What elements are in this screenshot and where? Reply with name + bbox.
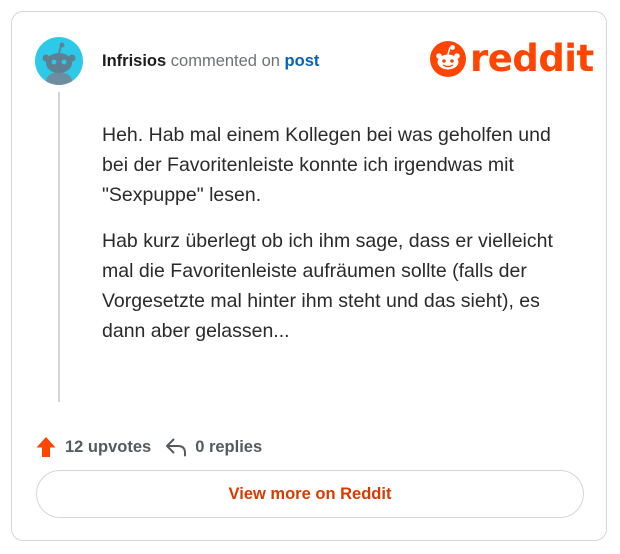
reddit-comment-card: Infrisios commented on post reddit Heh. … (11, 11, 607, 541)
view-more-button[interactable]: View more on Reddit (36, 470, 584, 518)
reddit-logo[interactable]: reddit (430, 38, 594, 80)
upvote-arrow-icon (36, 437, 56, 457)
comment-footer: 12 upvotes 0 replies (36, 433, 262, 461)
snoo-avatar-icon[interactable] (35, 37, 83, 85)
reply-label: 0 replies (195, 437, 263, 456)
comment-paragraph: Heh. Hab mal einem Kollegen bei was geho… (102, 124, 551, 206)
post-link[interactable]: post (285, 52, 320, 70)
reddit-wordmark: reddit (470, 37, 594, 80)
comment-paragraph: Hab kurz überlegt ob ich ihm sage, dass … (102, 230, 553, 342)
thread-line (58, 92, 60, 402)
comment-header: Infrisios commented on post (102, 51, 319, 71)
upvote-label: 12 upvotes (65, 437, 152, 456)
username[interactable]: Infrisios (102, 52, 166, 70)
reply-arrow-icon (166, 438, 187, 457)
view-more-label: View more on Reddit (228, 484, 392, 503)
comment-body: Heh. Hab mal einem Kollegen bei was geho… (102, 120, 582, 362)
upvote-count[interactable]: 12 upvotes (36, 436, 151, 458)
commented-on-label: commented on (170, 52, 280, 70)
reddit-snoo-icon (430, 41, 466, 77)
reply-count[interactable]: 0 replies (165, 437, 262, 457)
